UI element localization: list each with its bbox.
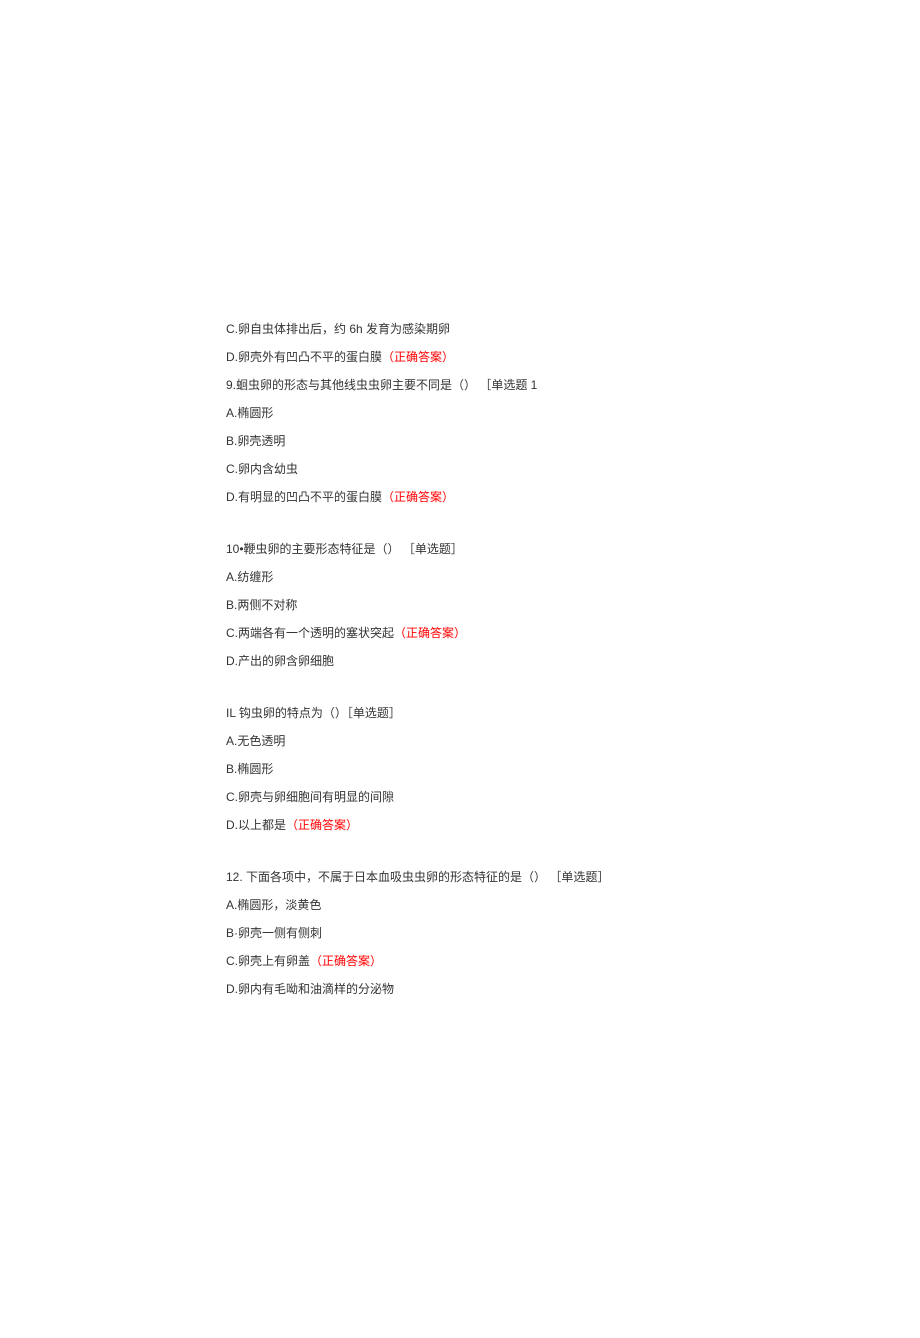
q11-option-b: B.椭圆形 [226,760,690,778]
q8-option-c: C.卵自虫体排出后，约 6h 发育为感染期卵 [226,320,690,338]
correct-answer-marker: （正确答案） [382,350,454,364]
q11-stem: IL 钩虫卵的特点为（）［单选题］ [226,704,690,722]
q12-stem: 12. 下面各项中，不属于日本血吸虫虫卵的形态特征的是（） ［单选题］ [226,868,690,886]
q11-option-a: A.无色透明 [226,732,690,750]
q9-option-b: B.卵壳透明 [226,432,690,450]
option-text: C.卵自虫体排出后，约 6h 发育为感染期卵 [226,322,450,336]
option-text: D.以上都是 [226,818,286,832]
option-text: A.纺缠形 [226,570,273,584]
option-text: B.卵壳透明 [226,434,285,448]
correct-answer-marker: （正确答案） [382,490,454,504]
option-text: D.卵壳外有凹凸不平的蛋白膜 [226,350,382,364]
q10-option-c: C.两端各有一个透明的塞状突起（正确答案） [226,624,690,642]
spacer [226,844,690,850]
q10-option-a: A.纺缠形 [226,568,690,586]
option-text: C.卵壳与卵细胞间有明显的间隙 [226,790,394,804]
q10-option-d: D.产出的卵含卵细胞 [226,652,690,670]
stem-text: 12. 下面各项中，不属于日本血吸虫虫卵的形态特征的是（） ［单选题］ [226,870,609,884]
q10-stem: 10•鞭虫卵的主要形态特征是（） ［单选题］ [226,540,690,558]
option-text: A.椭圆形，淡黄色 [226,898,321,912]
option-text: D.卵内有毛呦和油滴样的分泌物 [226,982,394,996]
q10-option-b: B.两侧不对称 [226,596,690,614]
q11-option-c: C.卵壳与卵细胞间有明显的间隙 [226,788,690,806]
stem-text: 9.蛔虫卵的形态与其他线虫虫卵主要不同是（） ［单选题 1 [226,378,537,392]
q12-option-c: C.卵壳上有卵盖（正确答案） [226,952,690,970]
q12-option-d: D.卵内有毛呦和油滴样的分泌物 [226,980,690,998]
q12-option-a: A.椭圆形，淡黄色 [226,896,690,914]
q8-option-d: D.卵壳外有凹凸不平的蛋白膜（正确答案） [226,348,690,366]
q12-option-b: B·卵壳一侧有侧刺 [226,924,690,942]
option-text: A.椭圆形 [226,406,273,420]
spacer [226,680,690,686]
q9-stem: 9.蛔虫卵的形态与其他线虫虫卵主要不同是（） ［单选题 1 [226,376,690,394]
correct-answer-marker: （正确答案） [286,818,358,832]
option-text: B·卵壳一侧有侧刺 [226,926,322,940]
correct-answer-marker: （正确答案） [394,626,466,640]
q9-option-a: A.椭圆形 [226,404,690,422]
option-text: D.产出的卵含卵细胞 [226,654,334,668]
option-text: B.两侧不对称 [226,598,297,612]
stem-text: 10•鞭虫卵的主要形态特征是（） ［单选题］ [226,542,463,556]
q9-option-d: D.有明显的凹凸不平的蛋白膜（正确答案） [226,488,690,506]
option-text: C.两端各有一个透明的塞状突起 [226,626,394,640]
option-text: B.椭圆形 [226,762,273,776]
option-text: C.卵壳上有卵盖 [226,954,310,968]
spacer [226,516,690,522]
option-text: C.卵内含幼虫 [226,462,298,476]
q9-option-c: C.卵内含幼虫 [226,460,690,478]
stem-text: IL 钩虫卵的特点为（）［单选题］ [226,706,401,720]
option-text: A.无色透明 [226,734,285,748]
option-text: D.有明显的凹凸不平的蛋白膜 [226,490,382,504]
correct-answer-marker: （正确答案） [310,954,382,968]
document-page: C.卵自虫体排出后，约 6h 发育为感染期卵 D.卵壳外有凹凸不平的蛋白膜（正确… [0,0,920,1338]
q11-option-d: D.以上都是（正确答案） [226,816,690,834]
